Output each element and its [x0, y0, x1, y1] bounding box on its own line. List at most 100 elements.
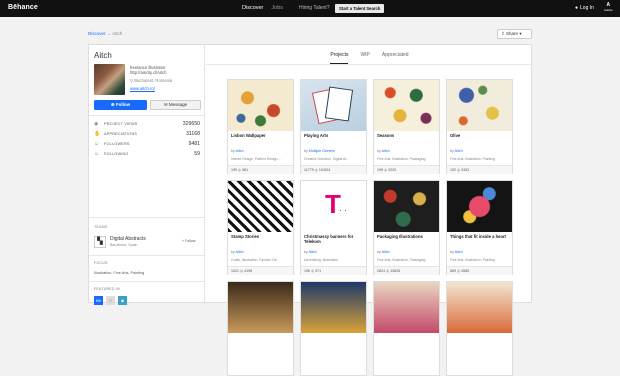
project-stats: 199 ◎ 981	[228, 165, 293, 174]
profile-container: Aitch freelance illustrator http://aisci…	[88, 44, 533, 376]
project-owner: by Aitch	[231, 250, 244, 254]
breadcrumb: Discover → Aitch	[88, 31, 122, 36]
project-thumbnail[interactable]	[301, 282, 366, 333]
divider	[89, 115, 204, 116]
project-card[interactable]	[373, 281, 440, 376]
location-text: Bucharest, Romania	[134, 78, 173, 84]
project-title[interactable]: Stamp Stories	[231, 234, 293, 239]
project-title[interactable]: Lisbon Wallpaper	[231, 133, 293, 138]
project-card[interactable]	[446, 281, 513, 376]
owner-link[interactable]: Aitch	[236, 250, 244, 254]
team-name[interactable]: Digital Abstracts	[110, 236, 146, 242]
project-thumbnail[interactable]	[228, 282, 293, 333]
project-thumbnail[interactable]	[228, 181, 293, 232]
avatar[interactable]	[94, 64, 125, 95]
featured-badge-icon[interactable]: ◆	[118, 296, 127, 305]
team-logo-icon: ▚	[94, 236, 106, 248]
featured-badge-icon[interactable]: Bē	[94, 296, 103, 305]
project-stats: 196 ◎ 971	[301, 266, 366, 275]
talent-search-button[interactable]: Start a Talent Search	[335, 3, 385, 13]
owner-link[interactable]: Aitch	[309, 250, 317, 254]
chevron-down-icon: ▾	[519, 31, 522, 36]
user-icon: ☺	[94, 140, 100, 147]
project-card[interactable]: T ·· Christmassy banners for Telekom by A…	[300, 180, 367, 275]
project-card[interactable]	[227, 281, 294, 376]
tab-appreciated[interactable]: Appreciated	[382, 52, 409, 64]
nav-discover[interactable]: Discover	[242, 5, 263, 11]
stat-project-views: ◉ Project Views 329650	[94, 119, 200, 129]
project-title[interactable]: Seasons	[377, 133, 439, 138]
stat-label: Appreciations	[104, 132, 138, 136]
project-owner: by Aitch	[450, 149, 463, 153]
stat-value: 59	[194, 151, 200, 157]
profile-location: ⚲ Bucharest, Romania	[130, 78, 172, 83]
tab-wip[interactable]: WIP	[360, 52, 369, 64]
project-stats: 1021 ◎ 4198	[228, 266, 293, 275]
owner-link[interactable]: Aitch	[236, 149, 244, 153]
project-card[interactable]: Olive by Aitch Fine Arts, Illustration, …	[446, 79, 513, 174]
top-navigation-bar: Bēhance Discover Jobs Hiring Talent? Sta…	[0, 0, 620, 17]
breadcrumb-discover[interactable]: Discover	[88, 31, 106, 36]
message-button[interactable]: ✉ Message	[150, 100, 201, 110]
divider	[89, 255, 204, 256]
profile-bio: freelance illustrator http://aiscity.cl/…	[130, 65, 172, 91]
project-title[interactable]: Things that fit inside a heart	[450, 234, 512, 239]
nav-jobs[interactable]: Jobs	[271, 5, 283, 11]
project-thumbnail[interactable]	[301, 80, 366, 131]
stat-value: 9481	[188, 141, 200, 147]
follow-button[interactable]: ⊕ Follow	[94, 100, 147, 110]
project-title[interactable]: Packaging Illustrations	[377, 234, 439, 239]
share-button[interactable]: ⇪ Share ▾	[497, 29, 532, 39]
tab-projects[interactable]: Projects	[330, 52, 349, 64]
login-link[interactable]: ● Log In	[575, 5, 594, 11]
project-tabs: Projects WIP Appreciated	[206, 52, 533, 64]
user-icon: ☺	[94, 150, 100, 157]
owner-link[interactable]: Multiple Owners	[309, 149, 335, 153]
adobe-logo[interactable]: A Adobe	[604, 3, 613, 13]
project-thumbnail[interactable]	[374, 80, 439, 131]
share-icon: ⇪	[501, 31, 505, 36]
project-title[interactable]: Olive	[450, 133, 512, 138]
project-thumbnail[interactable]	[447, 181, 512, 232]
hiring-talent-link[interactable]: Hiring Talent?	[299, 5, 329, 11]
project-fields: Crafts, Illustration, Fashion De...	[231, 258, 280, 262]
project-title[interactable]: Christmassy banners for Telekom	[304, 234, 366, 244]
owner-link[interactable]: Aitch	[382, 250, 390, 254]
featured-badge-icon[interactable]: □	[106, 296, 115, 305]
project-card[interactable]: Packaging Illustrations by Aitch Fine Ar…	[373, 180, 440, 275]
project-thumbnail[interactable]	[374, 181, 439, 232]
project-card[interactable]: Things that fit inside a heart by Aitch …	[446, 180, 513, 275]
project-card[interactable]: Stamp Stories by Aitch Crafts, Illustrat…	[227, 180, 294, 275]
team-follow-button[interactable]: + Follow	[182, 239, 195, 243]
stat-label: Following	[104, 152, 129, 156]
project-thumbnail[interactable]	[228, 80, 293, 131]
owner-link[interactable]: Aitch	[455, 149, 463, 153]
main-nav: Discover Jobs	[242, 5, 283, 11]
project-title[interactable]: Playing Arts	[304, 133, 366, 138]
featured-badges: Bē □ ◆	[94, 296, 127, 305]
owner-link[interactable]: Aitch	[455, 250, 463, 254]
stat-following[interactable]: ☺ Following 59	[94, 149, 200, 159]
owner-link[interactable]: Aitch	[382, 149, 390, 153]
project-card[interactable]: Playing Arts by Multiple Owners Creative…	[300, 79, 367, 174]
behance-logo[interactable]: Bēhance	[8, 4, 38, 11]
project-card[interactable]: Seasons by Aitch Fine Arts, Illustration…	[373, 79, 440, 174]
team-item[interactable]: ▚ Digital Abstracts Barcelona, Spain + F…	[94, 235, 202, 249]
project-thumbnail[interactable]: T ··	[301, 181, 366, 232]
project-card[interactable]	[300, 281, 367, 376]
project-stats: 11779 ◎ 104011	[301, 165, 366, 174]
stat-followers[interactable]: ☺ Followers 9481	[94, 139, 200, 149]
project-card[interactable]: Lisbon Wallpaper by Aitch Interior Desig…	[227, 79, 294, 174]
bio-line: http://aiscity.cl/Aitch	[130, 70, 167, 76]
projects-content: Projects WIP Appreciated Lisbon Wallpape…	[206, 45, 533, 376]
project-thumbnail[interactable]	[374, 282, 439, 333]
project-thumbnail[interactable]	[447, 282, 512, 333]
project-fields: Creative Direction, Digital Ar...	[304, 157, 350, 161]
project-fields: Fine Arts, Illustration, Painting	[450, 258, 495, 262]
project-fields: Fine Arts, Illustration, Packaging	[377, 157, 426, 161]
project-owner: by Aitch	[377, 149, 390, 153]
profile-website-link[interactable]: www.aitch.ro/	[130, 86, 172, 91]
project-stats: 2824 ◎ 13625	[374, 266, 439, 275]
project-thumbnail[interactable]	[447, 80, 512, 131]
stat-label: Project Views	[104, 122, 138, 126]
